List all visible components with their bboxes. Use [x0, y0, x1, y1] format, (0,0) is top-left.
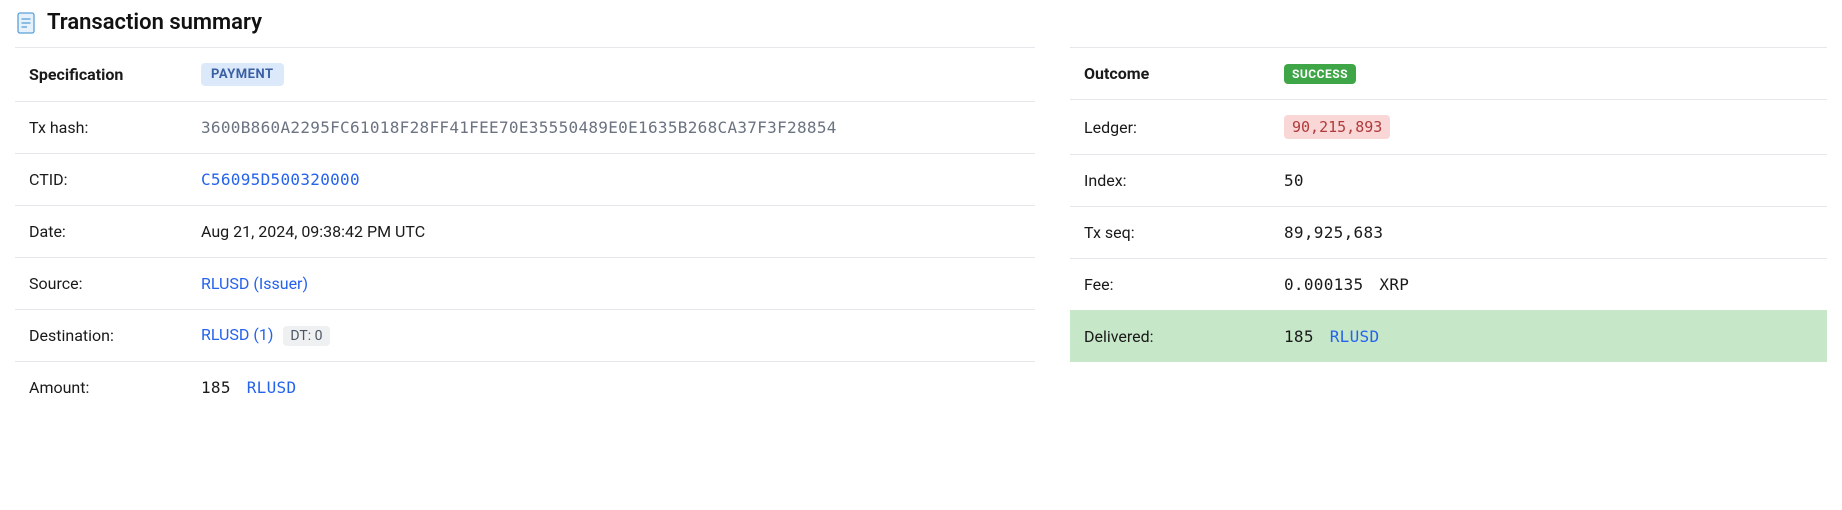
txseq-row: Tx seq: 89,925,683: [1070, 206, 1827, 258]
delivered-currency-link[interactable]: RLUSD: [1330, 327, 1380, 346]
outcome-label: Outcome: [1084, 64, 1284, 83]
ledger-row: Ledger: 90,215,893: [1070, 99, 1827, 154]
ctid-value[interactable]: C56095D500320000: [201, 170, 1021, 189]
delivered-row: Delivered: 185 RLUSD: [1070, 310, 1827, 362]
tx-hash-row: Tx hash: 3600B860A2295FC61018F28FF41FEE7…: [15, 101, 1035, 153]
outcome-header-row: Outcome SUCCESS: [1070, 47, 1827, 99]
index-value: 50: [1284, 171, 1813, 190]
tx-hash-value[interactable]: 3600B860A2295FC61018F28FF41FEE70E3555048…: [201, 118, 1021, 137]
amount-currency-link[interactable]: RLUSD: [247, 378, 297, 397]
delivered-value-wrap: 185 RLUSD: [1284, 327, 1813, 346]
destination-value-wrap: RLUSD (1) DT: 0: [201, 325, 1021, 346]
specification-label: Specification: [29, 65, 201, 84]
delivered-label: Delivered:: [1084, 327, 1284, 346]
date-row: Date: Aug 21, 2024, 09:38:42 PM UTC: [15, 205, 1035, 257]
outcome-panel: Outcome SUCCESS Ledger: 90,215,893 Index…: [1070, 47, 1827, 413]
destination-tag-badge: DT: 0: [283, 326, 329, 346]
destination-label: Destination:: [29, 326, 201, 345]
fee-number: 0.000135: [1284, 275, 1363, 294]
delivered-number: 185: [1284, 327, 1314, 346]
specification-header-row: Specification PAYMENT: [15, 47, 1035, 101]
source-value[interactable]: RLUSD (Issuer): [201, 274, 1021, 293]
amount-value-wrap: 185 RLUSD: [201, 378, 1021, 397]
date-value: Aug 21, 2024, 09:38:42 PM UTC: [201, 222, 1021, 241]
amount-label: Amount:: [29, 378, 201, 397]
ledger-value-wrap: 90,215,893: [1284, 115, 1813, 139]
tx-hash-label: Tx hash:: [29, 118, 201, 137]
fee-currency: XRP: [1379, 275, 1409, 294]
txseq-label: Tx seq:: [1084, 223, 1284, 242]
content-columns: Specification PAYMENT Tx hash: 3600B860A…: [15, 47, 1827, 413]
document-icon: [15, 12, 37, 34]
amount-number: 185: [201, 378, 231, 397]
index-row: Index: 50: [1070, 154, 1827, 206]
date-label: Date:: [29, 222, 201, 241]
specification-panel: Specification PAYMENT Tx hash: 3600B860A…: [15, 47, 1035, 413]
source-row: Source: RLUSD (Issuer): [15, 257, 1035, 309]
specification-type: PAYMENT: [201, 63, 1021, 86]
page-header: Transaction summary: [15, 10, 1827, 47]
source-label: Source:: [29, 274, 201, 293]
ledger-label: Ledger:: [1084, 118, 1284, 137]
ctid-label: CTID:: [29, 170, 201, 189]
fee-row: Fee: 0.000135 XRP: [1070, 258, 1827, 310]
fee-value-wrap: 0.000135 XRP: [1284, 275, 1813, 294]
outcome-status: SUCCESS: [1284, 63, 1813, 84]
destination-link[interactable]: RLUSD (1): [201, 325, 273, 344]
index-label: Index:: [1084, 171, 1284, 190]
fee-label: Fee:: [1084, 275, 1284, 294]
page-title: Transaction summary: [47, 10, 262, 35]
success-badge: SUCCESS: [1284, 64, 1356, 84]
payment-badge: PAYMENT: [201, 63, 284, 86]
txseq-value: 89,925,683: [1284, 223, 1813, 242]
ctid-row: CTID: C56095D500320000: [15, 153, 1035, 205]
amount-row: Amount: 185 RLUSD: [15, 361, 1035, 413]
ledger-badge[interactable]: 90,215,893: [1284, 115, 1390, 139]
destination-row: Destination: RLUSD (1) DT: 0: [15, 309, 1035, 361]
